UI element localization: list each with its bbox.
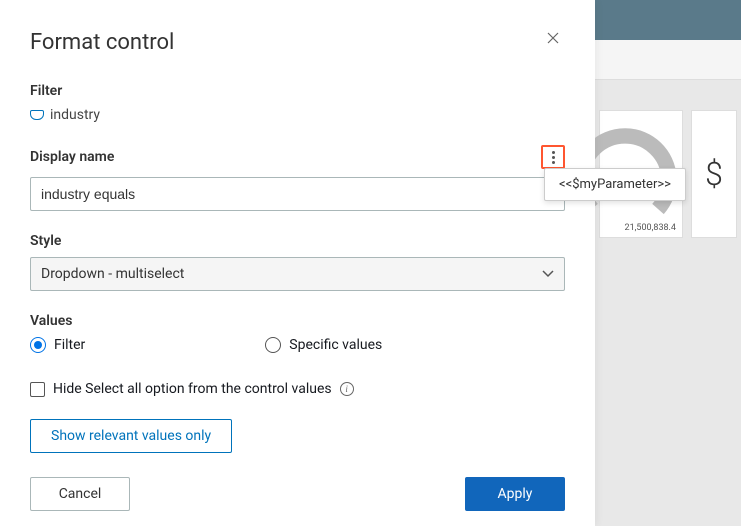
style-select[interactable]: Dropdown - multiselect	[30, 257, 565, 291]
values-label: Values	[30, 313, 565, 329]
style-selected-value: Dropdown - multiselect	[41, 266, 184, 282]
apply-button[interactable]: Apply	[465, 477, 565, 511]
radio-label-filter: Filter	[54, 337, 85, 353]
dashboard-toolbar	[595, 40, 741, 80]
hide-select-all-label: Hide Select all option from the control …	[53, 381, 332, 397]
dashboard-background: 21,500,838.4 $	[595, 40, 741, 526]
more-options-button[interactable]	[541, 145, 565, 169]
gauge-value: 21,500,838.4	[625, 223, 676, 233]
hide-select-all-checkbox[interactable]	[30, 382, 45, 397]
metric-widget: $	[691, 110, 737, 238]
show-relevant-values-button[interactable]: Show relevant values only	[30, 419, 232, 453]
filter-value-pill[interactable]: industry	[30, 107, 100, 123]
filter-section-label: Filter	[30, 83, 565, 99]
parameter-insert-popover[interactable]: <<$myParameter>>	[544, 168, 686, 201]
radio-label-specific: Specific values	[289, 337, 382, 353]
values-radio-filter[interactable]: Filter	[30, 337, 85, 353]
close-button[interactable]	[541, 30, 565, 50]
parameter-token: <<$myParameter>>	[559, 177, 671, 192]
values-radio-specific[interactable]: Specific values	[265, 337, 382, 353]
panel-title: Format control	[30, 30, 174, 55]
filter-field-icon	[30, 110, 44, 120]
chevron-down-icon	[542, 270, 554, 278]
more-vertical-icon	[552, 151, 555, 164]
style-label: Style	[30, 233, 565, 249]
metric-symbol: $	[705, 155, 723, 193]
display-name-input[interactable]	[30, 177, 565, 211]
filter-field-name: industry	[50, 107, 100, 123]
display-name-label: Display name	[30, 149, 114, 165]
info-icon[interactable]: i	[340, 382, 354, 396]
cancel-button[interactable]: Cancel	[30, 477, 130, 511]
radio-icon	[265, 337, 281, 353]
radio-icon	[30, 337, 46, 353]
format-control-panel: Format control Filter industry Display n…	[0, 0, 595, 526]
